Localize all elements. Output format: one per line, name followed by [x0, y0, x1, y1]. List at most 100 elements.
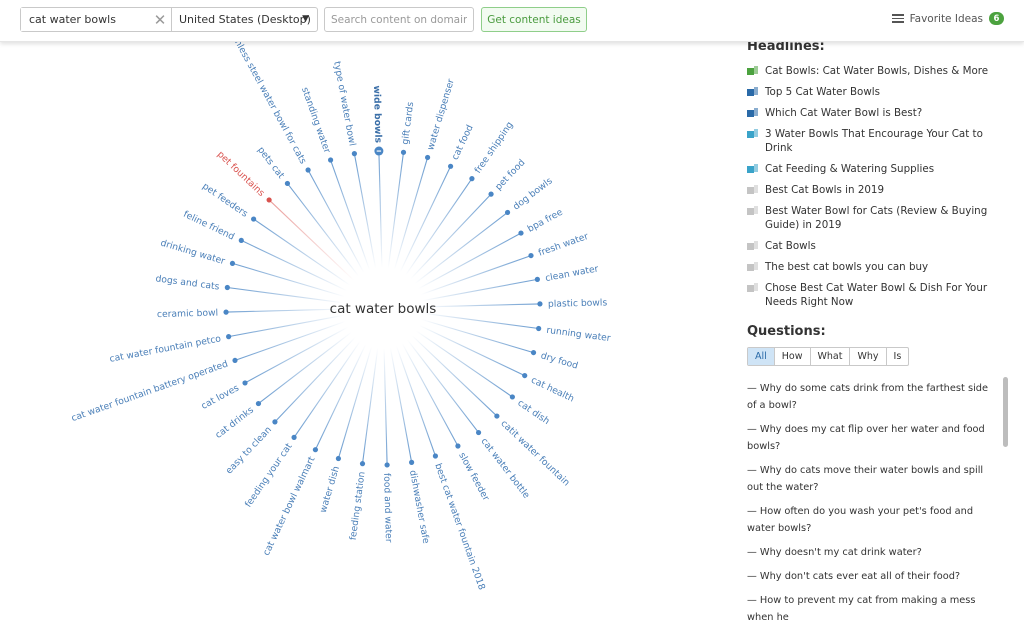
spoke-label[interactable]: plastic bowls	[548, 297, 608, 310]
headline-item[interactable]: Cat Feeding & Watering Supplies	[747, 162, 1007, 176]
spoke-label[interactable]: cat water fountain battery operated	[70, 359, 230, 425]
mindmap-spoke[interactable]: type of water bowl	[331, 60, 377, 269]
spoke-label[interactable]: pet feeders	[200, 181, 250, 220]
headline-item[interactable]: Best Cat Bowls in 2019	[747, 183, 1007, 197]
spoke-node-dot[interactable]	[504, 209, 511, 216]
spoke-label[interactable]: stainless steel water bowl for cats	[224, 23, 308, 166]
questions-scrollbar[interactable]	[1003, 377, 1008, 447]
spoke-node-dot[interactable]	[469, 176, 475, 182]
spoke-node-dot[interactable]	[509, 394, 515, 400]
spoke-node-dot[interactable]	[447, 163, 454, 169]
mindmap-spoke[interactable]: food and water	[381, 347, 394, 543]
spoke-label[interactable]: bpa free	[526, 207, 565, 235]
spoke-node-dot[interactable]	[400, 149, 407, 155]
spoke-node-dot[interactable]	[272, 419, 278, 425]
mindmap-spoke[interactable]: plastic bowls	[422, 297, 608, 310]
spoke-node-dot[interactable]	[327, 157, 334, 163]
headline-item[interactable]: Cat Bowls: Cat Water Bowls, Dishes & Mor…	[747, 64, 1007, 78]
spoke-node-dot[interactable]	[534, 276, 540, 282]
tab-what[interactable]: What	[811, 348, 851, 365]
country-select[interactable]: United States (Desktop) ▼	[171, 8, 317, 31]
headline-item[interactable]: Best Water Bowl for Cats (Review & Buyin…	[747, 204, 1007, 232]
tab-is[interactable]: Is	[887, 348, 909, 365]
spoke-label[interactable]: drinking water	[159, 238, 226, 268]
spoke-label[interactable]: food and water	[381, 473, 394, 543]
domain-search-input[interactable]	[324, 7, 474, 32]
spoke-node-dot[interactable]	[536, 325, 542, 332]
spoke-node-dot[interactable]	[432, 453, 439, 459]
spoke-label[interactable]: feline friend	[182, 209, 237, 243]
spoke-node-dot[interactable]	[488, 191, 494, 197]
spoke-label[interactable]: cat food	[450, 123, 476, 162]
headline-item[interactable]: Top 5 Cat Water Bowls	[747, 85, 1007, 99]
spoke-node-dot[interactable]	[384, 462, 390, 468]
spoke-node-dot[interactable]	[522, 372, 528, 379]
mindmap-spoke[interactable]: ceramic bowl	[157, 308, 344, 321]
spoke-label[interactable]: dishwasher safe	[407, 469, 431, 545]
headline-item[interactable]: 3 Water Bowls That Encourage Your Cat to…	[747, 127, 1007, 155]
spoke-label[interactable]: cat dish	[515, 398, 551, 428]
spoke-label[interactable]: pets cat	[255, 145, 287, 181]
headline-item[interactable]: The best cat bowls you can buy	[747, 260, 1007, 274]
spoke-node-dot[interactable]	[226, 334, 232, 340]
spoke-node-dot[interactable]	[455, 443, 461, 449]
spoke-label[interactable]: feeding station	[348, 471, 368, 541]
spoke-node-dot[interactable]	[224, 284, 230, 291]
spoke-label[interactable]: water dish	[318, 465, 342, 514]
spoke-node-dot[interactable]	[242, 380, 248, 386]
spoke-node-dot[interactable]	[251, 216, 257, 222]
spoke-node-dot[interactable]	[518, 230, 524, 236]
spoke-label[interactable]: fresh water	[537, 231, 590, 259]
headline-item[interactable]: Chose Best Cat Water Bowl & Dish For You…	[747, 281, 1007, 309]
spoke-label[interactable]: dry food	[539, 350, 579, 371]
spoke-node-dot[interactable]	[229, 260, 236, 267]
spoke-node-dot[interactable]	[351, 151, 357, 157]
spoke-label[interactable]: dogs and cats	[155, 273, 220, 292]
spoke-label[interactable]: water dispenser	[425, 77, 457, 151]
mindmap-spoke[interactable]: cat water fountain petco	[109, 314, 344, 365]
question-item[interactable]: — Why don't cats ever eat all of their f…	[747, 568, 997, 585]
spoke-label[interactable]: dog bowls	[511, 175, 555, 212]
question-item[interactable]: — Why does my cat flip over her water an…	[747, 421, 997, 455]
spoke-label[interactable]: cat drinks	[213, 405, 256, 441]
keyword-input[interactable]	[21, 8, 149, 31]
mindmap-spoke[interactable]: clean water	[422, 263, 599, 302]
question-item[interactable]: — How to prevent my cat from making a me…	[747, 592, 997, 626]
get-content-ideas-button[interactable]: Get content ideas	[481, 7, 587, 32]
tab-how[interactable]: How	[775, 348, 811, 365]
question-item[interactable]: — Why do cats move their water bowls and…	[747, 462, 997, 496]
close-icon[interactable]: ✕	[149, 8, 171, 31]
spoke-node-dot[interactable]	[475, 429, 482, 436]
spoke-node-dot[interactable]	[223, 309, 229, 315]
spoke-node-dot[interactable]	[284, 180, 291, 187]
spoke-label[interactable]: cat water fountain petco	[109, 333, 223, 364]
spoke-label[interactable]: gift cards	[400, 101, 417, 145]
headline-item[interactable]: Which Cat Water Bowl is Best?	[747, 106, 1007, 120]
spoke-node-dot[interactable]	[530, 349, 537, 356]
spoke-node-dot[interactable]	[537, 301, 543, 307]
question-item[interactable]: — Why do some cats drink from the farthe…	[747, 380, 997, 414]
question-item[interactable]: — Why doesn't my cat drink water?	[747, 544, 997, 561]
spoke-label[interactable]: cat health	[529, 375, 576, 405]
spoke-node-dot[interactable]	[238, 237, 244, 244]
spoke-node-dot[interactable]	[312, 447, 319, 453]
spoke-node-dot[interactable]	[528, 252, 534, 259]
mindmap-spoke[interactable]: wide bowls	[371, 85, 384, 269]
spoke-label[interactable]: clean water	[544, 263, 599, 284]
spoke-label[interactable]: pet food	[493, 157, 527, 192]
spoke-node-dot[interactable]	[494, 413, 500, 419]
spoke-label[interactable]: slow feeder	[456, 451, 491, 503]
spoke-node-dot[interactable]	[424, 154, 431, 161]
spoke-label[interactable]: standing water	[299, 86, 332, 155]
favorite-ideas-button[interactable]: Favorite Ideas 6	[891, 12, 1004, 25]
spoke-node-dot[interactable]	[255, 400, 262, 407]
spoke-node-dot[interactable]	[359, 461, 366, 467]
spoke-node-dot[interactable]	[266, 197, 272, 203]
spoke-label[interactable]: cat loves	[199, 382, 241, 411]
spoke-label[interactable]: type of water bowl	[331, 60, 357, 146]
spoke-label[interactable]: running water	[546, 325, 612, 344]
spoke-label[interactable]: ceramic bowl	[157, 308, 218, 321]
spoke-node-dot[interactable]	[305, 167, 311, 173]
question-item[interactable]: — How often do you wash your pet's food …	[747, 503, 997, 537]
tab-all[interactable]: All	[748, 348, 775, 365]
